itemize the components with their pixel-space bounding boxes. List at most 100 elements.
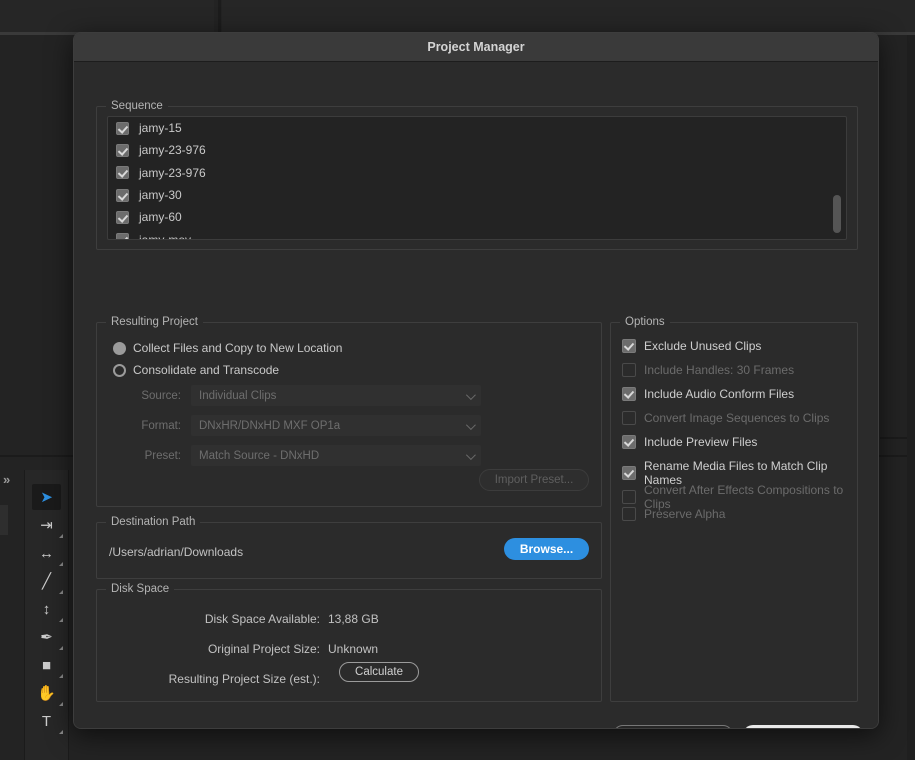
destination-path-legend: Destination Path bbox=[106, 516, 201, 528]
option-checkbox bbox=[622, 490, 636, 504]
disk-space-group: Disk Space Disk Space Available: 13,88 G… bbox=[96, 583, 602, 702]
resulting-project-legend: Resulting Project bbox=[106, 316, 203, 328]
bg-collapsed-tab[interactable] bbox=[0, 505, 8, 535]
options-group-legend: Options bbox=[620, 316, 670, 328]
option-checkbox bbox=[622, 411, 636, 425]
slip-tool[interactable]: ↕ bbox=[24, 595, 69, 623]
type-tool[interactable]: T bbox=[24, 707, 69, 735]
destination-path-value: /Users/adrian/Downloads bbox=[109, 545, 244, 559]
calculate-button[interactable]: Calculate bbox=[339, 662, 419, 682]
sequence-list-item[interactable]: jamy-mov bbox=[108, 228, 846, 239]
option-row: Preserve Alpha bbox=[622, 507, 725, 521]
selection-tool[interactable]: ➤ bbox=[24, 483, 69, 511]
option-row: Include Handles: 30 Frames bbox=[622, 363, 794, 377]
option-row: Convert Image Sequences to Clips bbox=[622, 411, 829, 425]
radio-collect-files[interactable]: Collect Files and Copy to New Location bbox=[113, 341, 342, 355]
bg-panel-divider bbox=[218, 0, 221, 32]
option-checkbox bbox=[622, 363, 636, 377]
option-row[interactable]: Include Audio Conform Files bbox=[622, 387, 794, 401]
sequence-item-label: jamy-60 bbox=[139, 210, 182, 225]
bg-right-edge bbox=[907, 35, 915, 760]
sequence-list-item[interactable]: jamy-30 bbox=[108, 184, 846, 206]
preset-value: Match Source - DNxHD bbox=[199, 449, 320, 462]
tool-flyout-indicator-icon bbox=[59, 646, 63, 650]
sequence-group-legend: Sequence bbox=[106, 100, 168, 112]
destination-path-group: Destination Path /Users/adrian/Downloads… bbox=[96, 516, 602, 579]
radio-consolidate-transcode[interactable]: Consolidate and Transcode bbox=[113, 363, 279, 377]
preset-field-row: Preset: Match Source - DNxHD bbox=[111, 445, 481, 466]
browse-button[interactable]: Browse... bbox=[504, 538, 589, 560]
disk-space-legend: Disk Space bbox=[106, 583, 175, 595]
option-row[interactable]: Exclude Unused Clips bbox=[622, 339, 761, 353]
sequence-item-label: jamy-23-976 bbox=[139, 143, 206, 158]
tool-flyout-indicator-icon bbox=[59, 618, 63, 622]
sequence-list-item[interactable]: jamy-23-976 bbox=[108, 162, 846, 184]
ripple-edit-icon: ↔ bbox=[39, 544, 54, 562]
original-project-size-row: Original Project Size: Unknown bbox=[97, 640, 378, 658]
chevron-down-icon bbox=[465, 389, 476, 400]
sequence-item-checkbox[interactable] bbox=[116, 121, 129, 135]
original-project-size-value: Unknown bbox=[328, 642, 379, 656]
sequence-list[interactable]: jamy-15 jamy-23-976 jamy-23-976 jamy-30 jamy… bbox=[107, 116, 847, 240]
radio-consolidate-transcode-label: Consolidate and Transcode bbox=[133, 363, 280, 377]
sequence-list-item[interactable]: jamy-15 bbox=[108, 117, 846, 139]
sequence-group: Sequence jamy-15 jamy-23-976 jamy-23-976 ja… bbox=[96, 100, 858, 250]
source-value: Individual Clips bbox=[199, 389, 277, 402]
tool-flyout-indicator-icon bbox=[59, 730, 63, 734]
dialog-titlebar: Project Manager bbox=[74, 33, 878, 62]
tool-flyout-indicator-icon bbox=[59, 674, 63, 678]
tool-flyout-indicator-icon bbox=[59, 562, 63, 566]
chevron-down-icon bbox=[465, 449, 476, 460]
option-label: Include Audio Conform Files bbox=[644, 387, 795, 401]
tool-flyout-indicator-icon bbox=[59, 590, 63, 594]
razor-tool[interactable]: ╱ bbox=[24, 567, 69, 595]
track-select-icon: ⇥ bbox=[40, 516, 53, 534]
source-select[interactable]: Individual Clips bbox=[191, 385, 481, 406]
format-value: DNxHR/DNxHD MXF OP1a bbox=[199, 419, 341, 432]
project-manager-dialog: Project Manager Sequence jamy-15 jamy-23-… bbox=[73, 32, 879, 729]
option-label: Include Preview Files bbox=[644, 435, 758, 449]
source-field-row: Source: Individual Clips bbox=[111, 385, 481, 406]
option-checkbox[interactable] bbox=[622, 435, 636, 449]
source-label: Source: bbox=[141, 389, 181, 402]
chevron-down-icon bbox=[465, 419, 476, 430]
sequence-item-checkbox[interactable] bbox=[116, 166, 129, 180]
sequence-item-checkbox[interactable] bbox=[116, 188, 129, 202]
cancel-button[interactable]: Cancel bbox=[613, 725, 733, 728]
preset-select[interactable]: Match Source - DNxHD bbox=[191, 445, 481, 466]
tool-flyout-indicator-icon bbox=[59, 534, 63, 538]
option-row[interactable]: Include Preview Files bbox=[622, 435, 757, 449]
option-checkbox bbox=[622, 507, 636, 521]
sequence-item-checkbox[interactable] bbox=[116, 143, 129, 157]
ok-button[interactable]: OK bbox=[743, 725, 863, 728]
rectangle-tool[interactable]: ■ bbox=[24, 651, 69, 679]
ripple-edit-tool[interactable]: ↔ bbox=[24, 539, 69, 567]
option-label: Convert Image Sequences to Clips bbox=[644, 411, 830, 425]
track-select-tool[interactable]: ⇥ bbox=[24, 511, 69, 539]
sequence-item-checkbox[interactable] bbox=[116, 233, 129, 239]
sequence-list-item[interactable]: jamy-23-976 bbox=[108, 139, 846, 161]
sequence-scrollbar-track[interactable] bbox=[833, 119, 844, 237]
disk-space-available-row: Disk Space Available: 13,88 GB bbox=[97, 610, 379, 628]
pen-tool[interactable]: ✒ bbox=[24, 623, 69, 651]
option-checkbox[interactable] bbox=[622, 466, 636, 480]
hand-tool[interactable]: ✋ bbox=[24, 679, 69, 707]
option-checkbox[interactable] bbox=[622, 339, 636, 353]
sequence-item-label: jamy-30 bbox=[139, 188, 182, 203]
import-preset-button[interactable]: Import Preset... bbox=[479, 469, 589, 491]
resulting-project-group: Resulting Project Collect Files and Copy… bbox=[96, 316, 602, 507]
type-icon: T bbox=[41, 712, 52, 730]
radio-collect-files-indicator bbox=[113, 341, 126, 355]
format-select[interactable]: DNxHR/DNxHD MXF OP1a bbox=[191, 415, 481, 436]
dialog-title: Project Manager bbox=[427, 40, 525, 54]
resulting-project-size-row: Resulting Project Size (est.): bbox=[97, 670, 328, 688]
sequence-scrollbar-thumb[interactable] bbox=[833, 195, 841, 233]
disk-space-available-value: 13,88 GB bbox=[328, 612, 379, 626]
expand-panels-icon[interactable]: » bbox=[3, 472, 10, 487]
sequence-list-item[interactable]: jamy-60 bbox=[108, 206, 846, 228]
slip-icon: ↕ bbox=[42, 600, 51, 618]
option-checkbox[interactable] bbox=[622, 387, 636, 401]
original-project-size-label: Original Project Size: bbox=[207, 642, 320, 656]
sequence-item-checkbox[interactable] bbox=[116, 210, 129, 224]
radio-collect-files-label: Collect Files and Copy to New Location bbox=[133, 341, 343, 355]
